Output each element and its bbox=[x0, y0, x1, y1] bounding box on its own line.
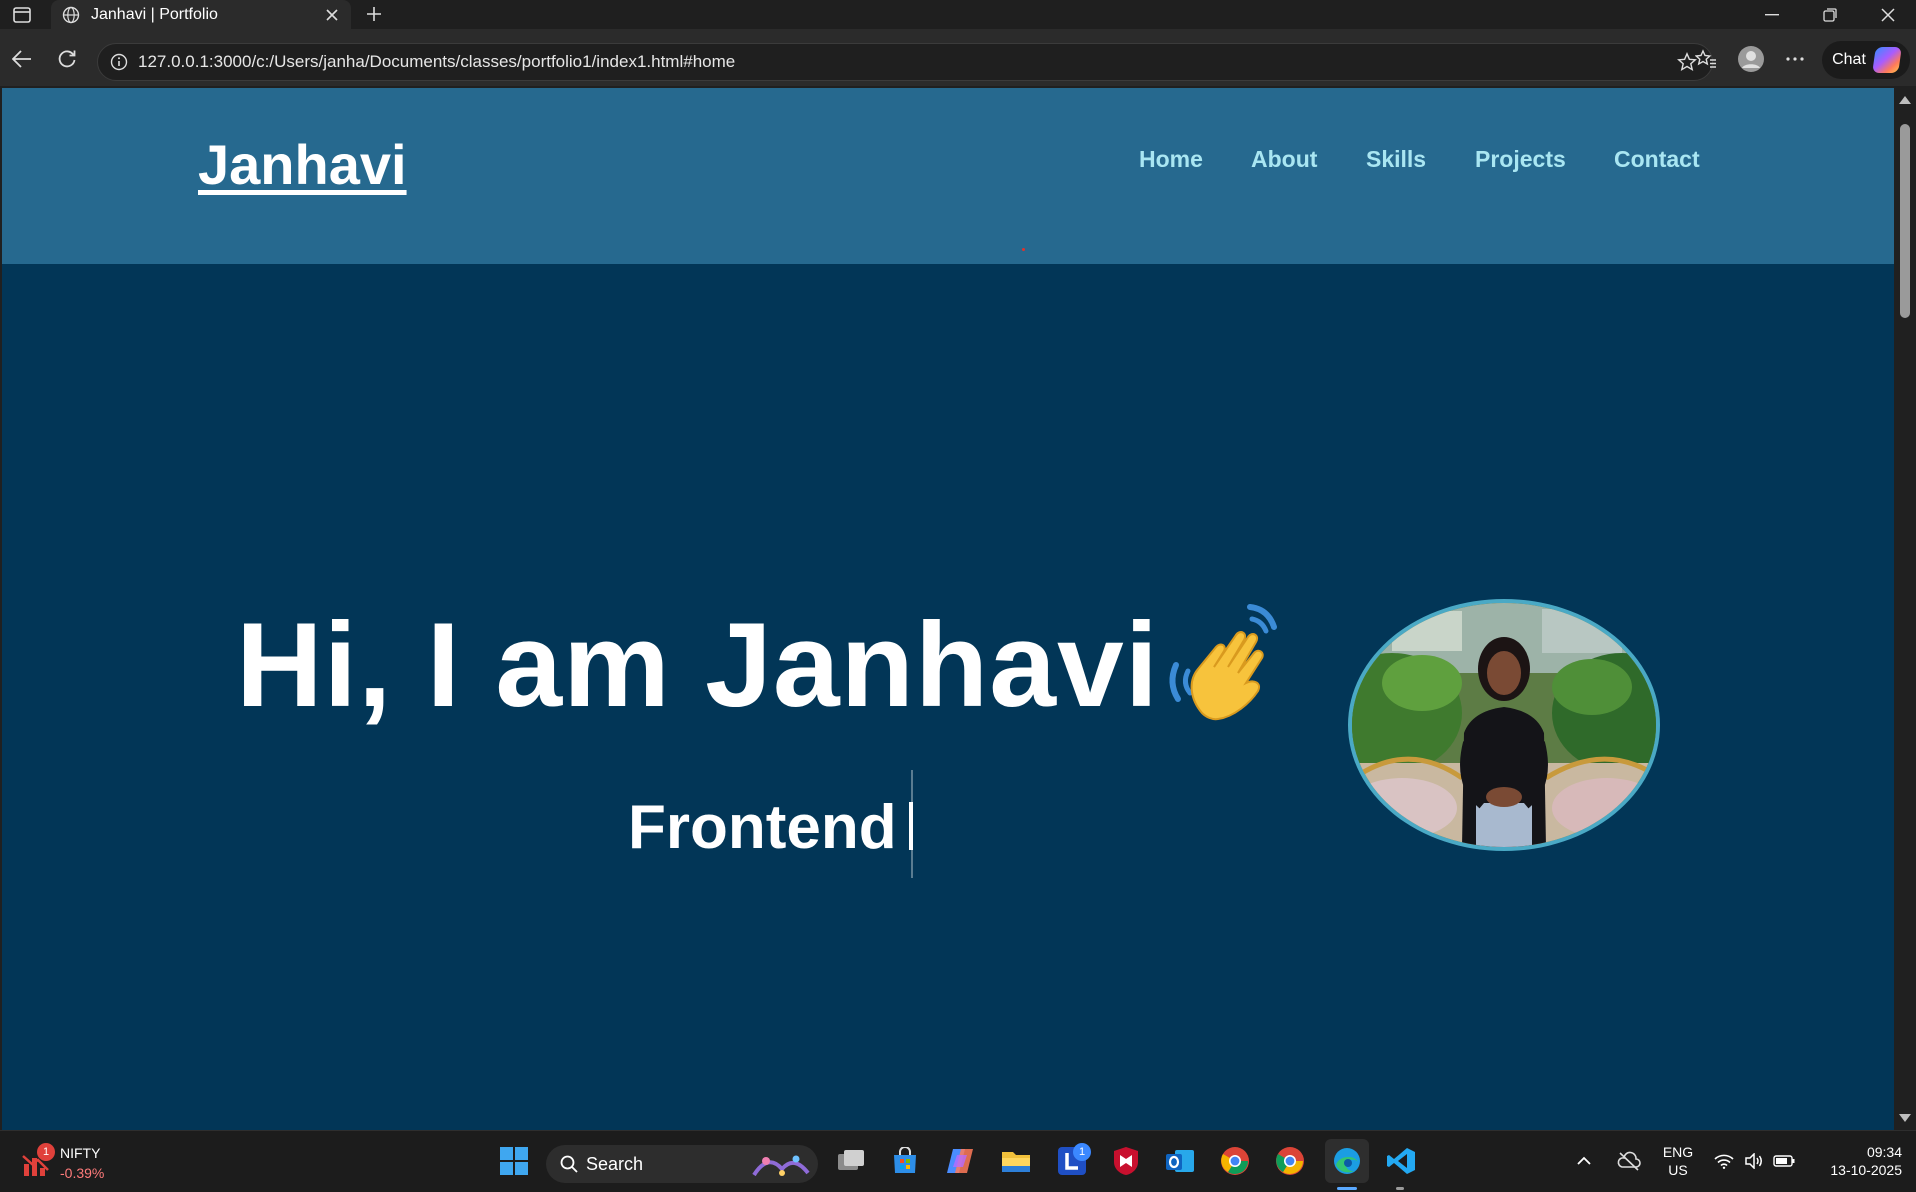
typing-cursor bbox=[909, 802, 913, 850]
chat-label: Chat bbox=[1832, 51, 1866, 68]
vscode-open-indicator bbox=[1396, 1187, 1404, 1190]
search-icon bbox=[560, 1155, 578, 1173]
page-viewport: Janhavi Home About Skills Projects Conta… bbox=[2, 88, 1894, 1130]
page-scrollbar[interactable] bbox=[1894, 88, 1916, 1130]
task-view-icon[interactable] bbox=[831, 1141, 871, 1181]
new-tab-icon[interactable] bbox=[360, 2, 388, 26]
scroll-up-arrow-icon[interactable] bbox=[1899, 96, 1911, 104]
volume-icon[interactable] bbox=[1740, 1141, 1768, 1181]
tab-title: Janhavi | Portfolio bbox=[91, 5, 218, 23]
outlook-icon[interactable] bbox=[1160, 1141, 1200, 1181]
copilot-chat-button[interactable]: Chat bbox=[1822, 41, 1910, 79]
edge-icon[interactable] bbox=[1325, 1139, 1369, 1183]
globe-icon bbox=[61, 5, 81, 25]
file-explorer-icon[interactable] bbox=[996, 1141, 1036, 1181]
minimize-icon[interactable] bbox=[1744, 0, 1800, 29]
lens-badge: 1 bbox=[1073, 1143, 1091, 1161]
tab-active[interactable]: Janhavi | Portfolio bbox=[51, 0, 351, 29]
url-text: 127.0.0.1:3000/c:/Users/janha/Documents/… bbox=[138, 52, 736, 71]
stock-badge: 1 bbox=[37, 1143, 55, 1161]
chrome-icon[interactable] bbox=[1270, 1141, 1310, 1181]
search-label: Search bbox=[586, 1153, 644, 1174]
stray-dot bbox=[1022, 248, 1025, 251]
profile-avatar-icon[interactable] bbox=[1735, 43, 1767, 75]
scroll-down-arrow-icon[interactable] bbox=[1899, 1114, 1911, 1122]
site-logo[interactable]: Janhavi bbox=[198, 132, 407, 197]
nav-home[interactable]: Home bbox=[1139, 146, 1203, 173]
waving-hand-icon bbox=[1169, 604, 1277, 721]
clock-time: 09:34 bbox=[1866, 1144, 1902, 1160]
mcafee-icon[interactable] bbox=[1106, 1141, 1146, 1181]
onedrive-offline-icon[interactable] bbox=[1612, 1141, 1646, 1181]
restore-icon[interactable] bbox=[1802, 0, 1858, 29]
show-hidden-icons-chevron-icon[interactable] bbox=[1570, 1141, 1598, 1181]
address-bar[interactable]: 127.0.0.1:3000/c:/Users/janha/Documents/… bbox=[97, 43, 1713, 81]
language-indicator[interactable]: ENG US bbox=[1656, 1143, 1700, 1179]
stock-change: -0.39% bbox=[60, 1165, 105, 1181]
stock-name: NIFTY bbox=[60, 1145, 101, 1161]
scrollbar-thumb[interactable] bbox=[1900, 124, 1910, 318]
chrome-alt-icon[interactable] bbox=[1215, 1141, 1255, 1181]
edge-active-indicator bbox=[1337, 1187, 1357, 1190]
browser-toolbar: 127.0.0.1:3000/c:/Users/janha/Documents/… bbox=[0, 29, 1916, 86]
nav-projects[interactable]: Projects bbox=[1475, 146, 1566, 173]
clock[interactable]: 09:34 13-10-2025 bbox=[1808, 1143, 1910, 1179]
lang-top: ENG bbox=[1662, 1144, 1694, 1160]
clock-date: 13-10-2025 bbox=[1830, 1162, 1902, 1178]
back-arrow-icon[interactable] bbox=[6, 43, 38, 75]
copilot-app-icon[interactable] bbox=[940, 1141, 980, 1181]
site-info-icon[interactable] bbox=[108, 51, 130, 73]
profile-photo bbox=[1348, 599, 1660, 851]
search-highlight-icon bbox=[752, 1149, 810, 1179]
windows-start-icon[interactable] bbox=[494, 1141, 534, 1181]
close-tab-icon[interactable] bbox=[319, 3, 345, 27]
tab-actions-icon[interactable] bbox=[8, 4, 36, 26]
nav-contact[interactable]: Contact bbox=[1614, 146, 1700, 173]
hero-title: Hi, I am Janhavi bbox=[236, 598, 1160, 732]
vscode-icon[interactable] bbox=[1381, 1141, 1421, 1181]
nav-skills[interactable]: Skills bbox=[1366, 146, 1426, 173]
typed-role-text: Frontend bbox=[628, 793, 897, 862]
wifi-icon[interactable] bbox=[1710, 1141, 1738, 1181]
more-options-icon[interactable] bbox=[1779, 43, 1811, 75]
close-window-icon[interactable] bbox=[1860, 0, 1916, 29]
windows-taskbar: 1 NIFTY -0.39% Search 1 ENG US 09:34 13-… bbox=[0, 1130, 1916, 1192]
taskbar-search[interactable]: Search bbox=[546, 1145, 818, 1183]
favorites-icon[interactable] bbox=[1690, 43, 1722, 75]
microsoft-store-icon[interactable] bbox=[885, 1141, 925, 1181]
refresh-icon[interactable] bbox=[51, 43, 83, 75]
nav-about[interactable]: About bbox=[1251, 146, 1317, 173]
battery-icon[interactable] bbox=[1770, 1141, 1798, 1181]
site-header: Janhavi Home About Skills Projects Conta… bbox=[2, 88, 1894, 264]
browser-tab-bar: Janhavi | Portfolio bbox=[0, 0, 1916, 29]
lang-bottom: US bbox=[1668, 1162, 1688, 1178]
copilot-icon bbox=[1872, 47, 1902, 73]
